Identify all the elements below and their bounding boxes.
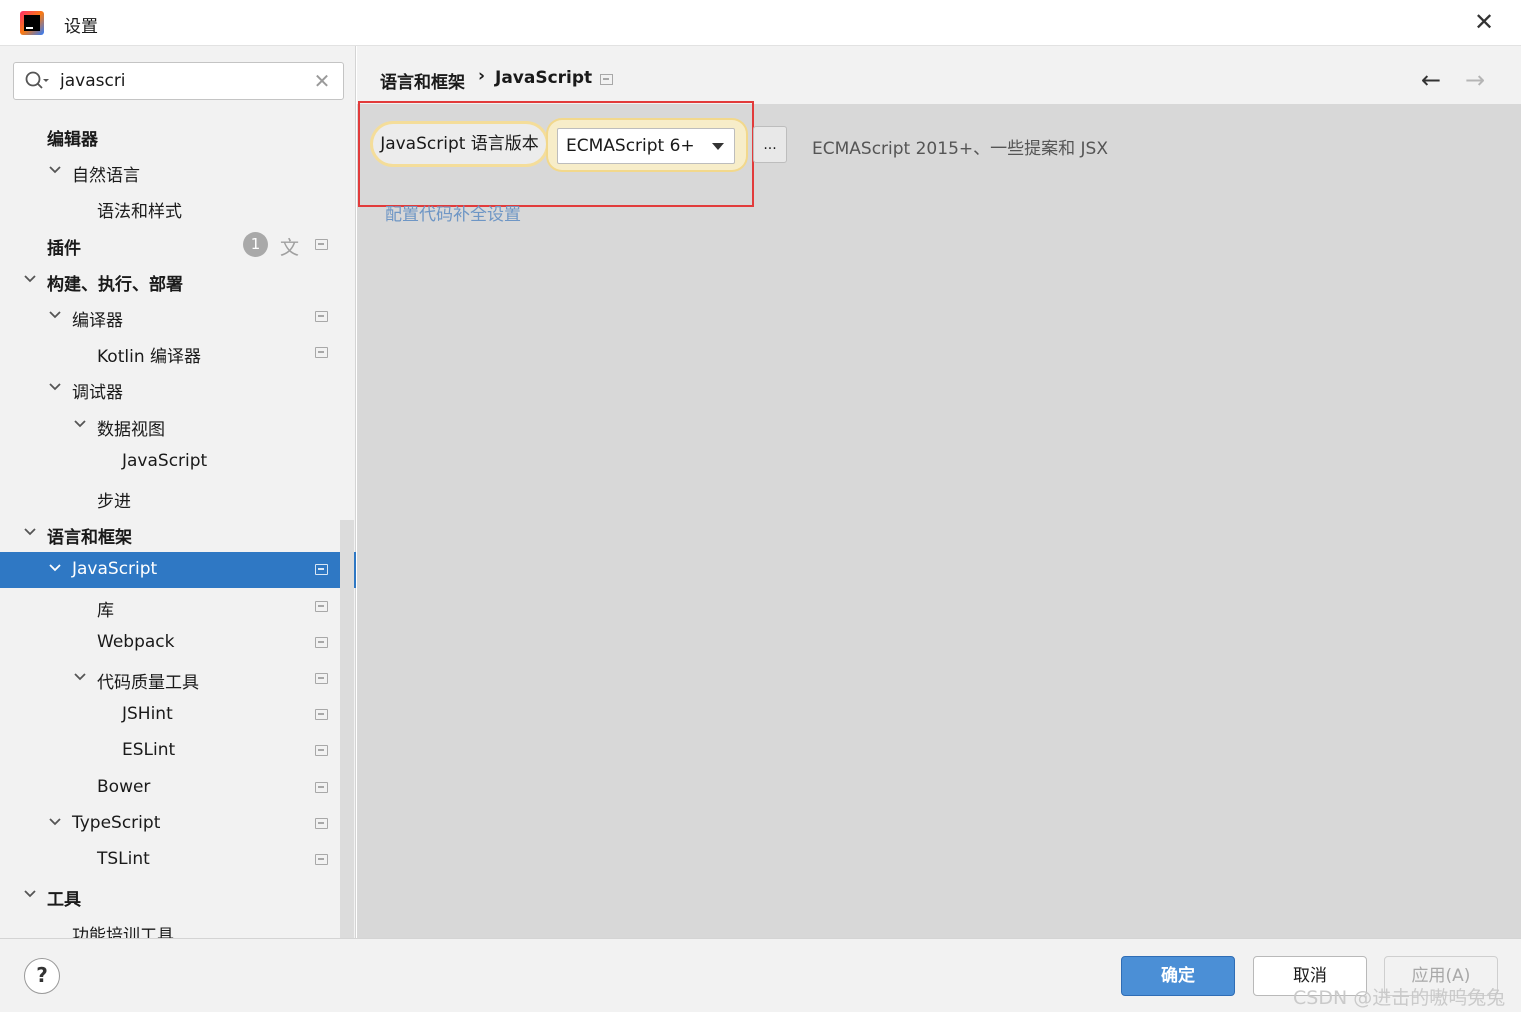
search-input[interactable]	[60, 69, 310, 93]
tree-item-label: JavaScript	[122, 450, 208, 471]
project-settings-icon	[315, 673, 328, 684]
tree-item[interactable]: Kotlin 编译器	[0, 335, 356, 371]
search-field[interactable]: ✕	[13, 62, 344, 100]
window-title: 设置	[64, 17, 98, 37]
tree-item[interactable]: 语言和框架	[0, 516, 356, 552]
language-version-value: ECMAScript 6+	[566, 136, 695, 156]
tree-item[interactable]: JSHint	[0, 697, 356, 733]
configure-completion-link[interactable]: 配置代码补全设置	[385, 200, 521, 225]
project-settings-icon	[315, 347, 328, 359]
ok-button[interactable]: 确定	[1121, 956, 1235, 996]
tree-item-label: TypeScript	[72, 812, 161, 833]
tree-item-label: Kotlin 编译器	[97, 347, 201, 368]
language-version-highlight: ECMAScript 6+	[548, 120, 746, 170]
tree-item-label: 语法和样式	[97, 202, 182, 223]
close-icon[interactable]: ✕	[1470, 8, 1498, 36]
project-settings-icon	[315, 636, 328, 648]
project-settings-icon	[315, 238, 328, 250]
breadcrumb-current: JavaScript	[495, 68, 593, 88]
tree-item-label: Webpack	[97, 631, 175, 652]
more-options-button[interactable]: ...	[753, 126, 787, 163]
tree-item-label: 构建、执行、部署	[47, 274, 183, 295]
project-settings-icon	[600, 74, 613, 85]
tree-item[interactable]: Webpack	[0, 625, 356, 661]
watermark: CSDN @进击的嗷呜兔兔	[1293, 987, 1506, 1009]
settings-sidebar: ✕ 编辑器自然语言语法和样式插件 1文构建、执行、部署编译器 Kotlin 编译器调…	[0, 46, 356, 946]
tree-item[interactable]: 编译器	[0, 299, 356, 335]
tree-item[interactable]: 库	[0, 589, 356, 625]
tree-item[interactable]: 构建、执行、部署	[0, 263, 356, 299]
tree-item[interactable]: TypeScript	[0, 806, 356, 842]
chevron-down-icon[interactable]	[47, 814, 63, 830]
language-version-description: ECMAScript 2015+、一些提案和 JSX	[812, 139, 1108, 159]
project-settings-icon	[315, 564, 328, 576]
chevron-down-icon[interactable]	[47, 307, 63, 323]
chevron-down-icon[interactable]	[47, 560, 63, 576]
project-settings-icon	[315, 745, 328, 757]
tree-item-label: 语言和框架	[47, 528, 132, 549]
tree-item-label: 插件	[47, 238, 81, 259]
chevron-down-icon[interactable]	[72, 669, 88, 685]
content-header: 语言和框架 › JavaScript ← →	[357, 46, 1521, 104]
tree-item[interactable]: ESLint	[0, 733, 356, 769]
project-settings-icon	[315, 311, 328, 322]
project-settings-icon	[315, 709, 328, 721]
tree-item-label: ESLint	[122, 740, 176, 761]
tree-item-label: 库	[97, 600, 114, 621]
tree-item[interactable]: 语法和样式	[0, 190, 356, 226]
project-settings-icon	[315, 600, 328, 612]
back-arrow-icon[interactable]: ←	[1421, 66, 1441, 94]
project-settings-icon	[315, 781, 328, 793]
tree-item[interactable]: JavaScript	[0, 552, 356, 589]
tree-item-label: 调试器	[72, 383, 123, 404]
chevron-down-icon[interactable]	[22, 524, 38, 540]
language-version-label: JavaScript 语言版本	[373, 124, 546, 164]
breadcrumb-separator: ›	[478, 66, 486, 86]
tree-item-label: Bower	[97, 776, 151, 797]
tree-item[interactable]: 步进	[0, 480, 356, 516]
language-version-select[interactable]: ECMAScript 6+	[557, 128, 735, 164]
tree-item-label: 编译器	[72, 311, 123, 331]
clear-search-icon[interactable]: ✕	[312, 69, 332, 93]
tree-item-label: TSLint	[97, 849, 150, 869]
dropdown-arrow-icon	[712, 143, 724, 150]
sidebar-scrollbar[interactable]	[340, 520, 354, 938]
tree-item-label: 自然语言	[72, 166, 140, 187]
update-count-badge: 1	[243, 231, 268, 257]
tree-item-label: 编辑器	[47, 130, 98, 150]
settings-content: 语言和框架 › JavaScript ← → JavaScript 语言版本 E…	[357, 46, 1521, 938]
tree-item-label: 步进	[97, 492, 131, 512]
project-settings-icon	[315, 817, 328, 829]
tree-item[interactable]: 代码质量工具	[0, 661, 356, 697]
tree-item[interactable]: 插件 1 文	[0, 227, 356, 263]
help-button[interactable]: ?	[24, 958, 60, 994]
tree-item[interactable]: JavaScript	[0, 444, 356, 480]
tree-item[interactable]: 数据视图	[0, 408, 356, 444]
tree-item[interactable]: 编辑器	[0, 118, 356, 154]
tree-item-label: 工具	[47, 890, 81, 911]
breadcrumb-parent[interactable]: 语言和框架	[380, 68, 465, 93]
tree-item-label: JavaScript	[72, 559, 158, 580]
chevron-down-icon[interactable]	[22, 886, 38, 902]
search-icon[interactable]	[24, 70, 50, 92]
dialog-footer: ? 确定 取消 应用(A) CSDN @进击的嗷呜兔兔	[0, 938, 1521, 1012]
tree-item-label: JSHint	[122, 704, 173, 725]
forward-arrow-icon[interactable]: →	[1465, 66, 1485, 94]
tree-item-label: 数据视图	[97, 419, 165, 440]
tree-item[interactable]: 工具	[0, 878, 356, 914]
translate-icon: 文	[280, 236, 300, 259]
project-settings-icon	[315, 854, 328, 865]
tree-item[interactable]: 自然语言	[0, 154, 356, 190]
tree-item[interactable]: 调试器	[0, 371, 356, 407]
chevron-down-icon[interactable]	[47, 379, 63, 395]
title-bar: 设置 ✕	[0, 0, 1521, 46]
intellij-logo-icon	[20, 11, 44, 35]
tree-item-label: 代码质量工具	[97, 673, 199, 693]
tree-item[interactable]: Bower	[0, 770, 356, 806]
chevron-down-icon[interactable]	[72, 416, 88, 432]
chevron-down-icon[interactable]	[47, 162, 63, 178]
chevron-down-icon[interactable]	[22, 271, 38, 287]
tree-item[interactable]: TSLint	[0, 842, 356, 878]
